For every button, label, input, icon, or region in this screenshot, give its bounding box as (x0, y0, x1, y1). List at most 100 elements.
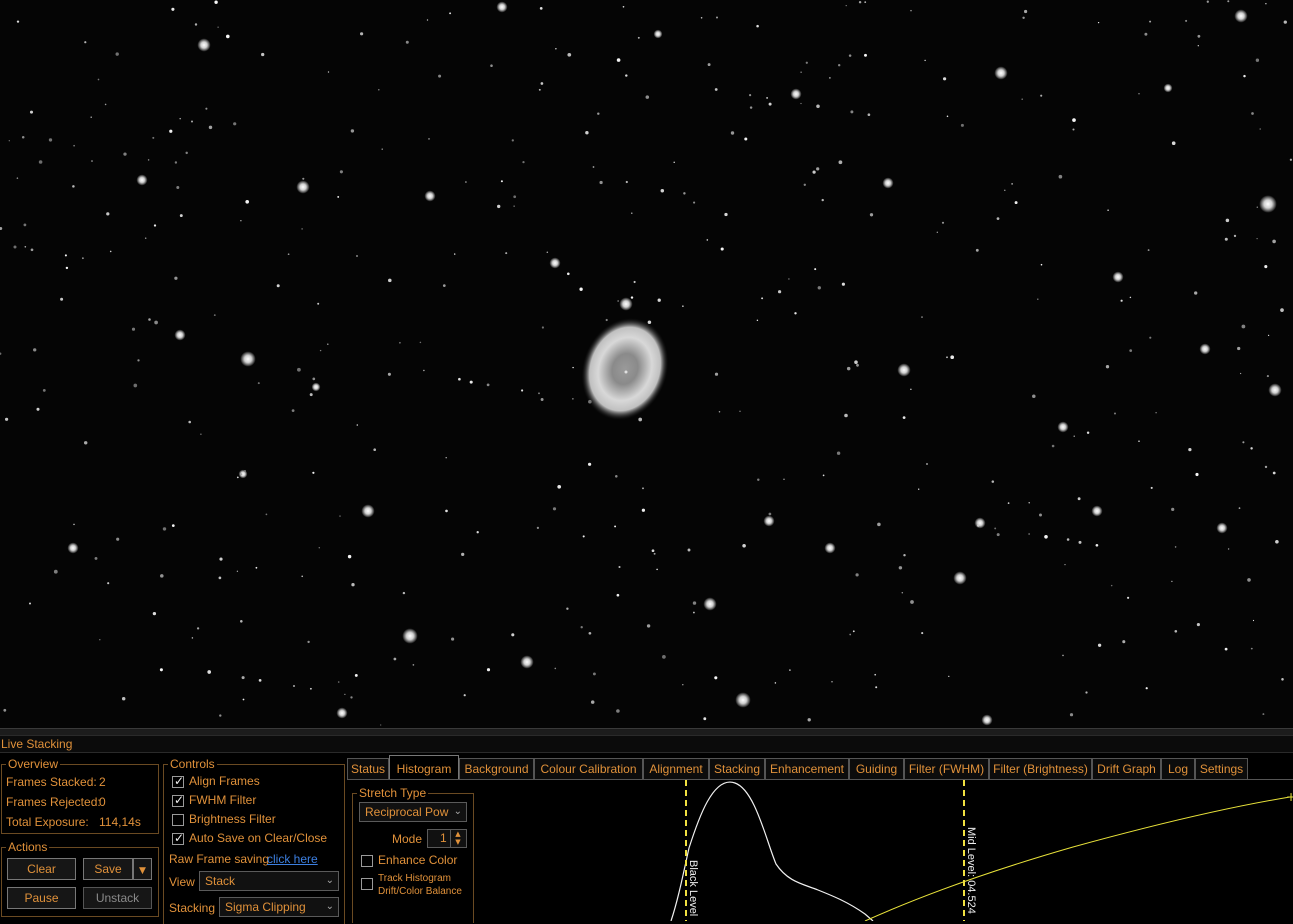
star (1163, 83, 1173, 93)
star (53, 569, 58, 574)
star (707, 63, 711, 67)
tab-log[interactable]: Log (1161, 758, 1195, 779)
star (176, 186, 180, 189)
star (171, 524, 175, 527)
star (1256, 237, 1258, 240)
star (1069, 713, 1074, 717)
tab-colour-calibration[interactable]: Colour Calibration (534, 758, 643, 779)
star (327, 71, 330, 73)
star (1188, 447, 1192, 452)
track-histogram-label-line2[interactable]: Drift/Color Balance (378, 886, 462, 897)
overview-group: Overview Frames Stacked: 2 Frames Reject… (1, 757, 159, 834)
star (1077, 497, 1081, 501)
star (539, 7, 543, 10)
star (1264, 465, 1268, 469)
auto-save-label[interactable]: Auto Save on Clear/Close (189, 831, 327, 845)
tab-alignment[interactable]: Alignment (643, 758, 709, 779)
star (1095, 543, 1099, 547)
star (1255, 58, 1260, 62)
star (1149, 336, 1152, 339)
star (942, 77, 947, 81)
star (464, 181, 467, 183)
star (522, 160, 525, 164)
star (1085, 691, 1088, 694)
align-frames-label[interactable]: Align Frames (189, 774, 260, 788)
tab-histogram[interactable]: Histogram (389, 755, 459, 780)
star (1073, 435, 1075, 437)
clear-button[interactable]: Clear (7, 858, 76, 880)
star (287, 253, 290, 256)
total-exposure-value: 114,14s (99, 815, 141, 829)
star (513, 205, 515, 207)
ring-nebula (581, 318, 669, 420)
tab-stacking[interactable]: Stacking (709, 758, 765, 779)
live-stack-image[interactable] (0, 0, 1293, 728)
star (476, 531, 479, 534)
brightness-filter-checkbox[interactable] (172, 814, 184, 826)
pause-button[interactable]: Pause (7, 887, 76, 909)
star (1256, 206, 1259, 209)
star (83, 441, 88, 445)
star (486, 668, 491, 672)
mode-stepper[interactable]: 1 ▲ ▼ (427, 829, 467, 848)
stretch-type-legend: Stretch Type (357, 786, 429, 800)
raw-frame-saving-link[interactable]: click here (267, 852, 318, 866)
tab-enhancement[interactable]: Enhancement (765, 758, 849, 779)
fwhm-filter-checkbox[interactable]: ✓ (172, 793, 184, 807)
star (402, 591, 406, 595)
tab-filter-brightness[interactable]: Filter (Brightness) (989, 758, 1092, 779)
stacking-select[interactable]: Sigma Clipping ⌄ (219, 897, 339, 917)
star (822, 474, 825, 477)
track-histogram-label-line1[interactable]: Track Histogram (378, 873, 451, 884)
star (179, 214, 183, 218)
track-histogram-checkbox[interactable] (361, 878, 373, 890)
tab-filter-fwhm[interactable]: Filter (FWHM) (904, 758, 989, 779)
star (838, 63, 841, 67)
star (821, 198, 824, 202)
spin-arrows-icon[interactable]: ▲ ▼ (450, 830, 465, 847)
star (638, 417, 643, 422)
star (24, 246, 27, 248)
star (337, 681, 340, 683)
save-button[interactable]: Save (83, 858, 133, 880)
star (458, 377, 461, 381)
star (854, 360, 858, 364)
star (355, 254, 359, 258)
star (618, 565, 621, 569)
brightness-filter-label[interactable]: Brightness Filter (189, 812, 276, 826)
tab-status[interactable]: Status (347, 758, 389, 779)
star (567, 52, 572, 57)
tab-guiding[interactable]: Guiding (849, 758, 904, 779)
star (631, 212, 633, 214)
star (590, 700, 595, 704)
star (347, 554, 352, 559)
star (1107, 209, 1109, 211)
star (244, 470, 246, 472)
tab-drift-graph[interactable]: Drift Graph (1092, 758, 1161, 779)
star (109, 250, 112, 253)
star (1028, 502, 1030, 504)
star (1171, 141, 1176, 146)
enhance-color-label[interactable]: Enhance Color (378, 853, 457, 867)
enhance-color-checkbox[interactable] (361, 855, 373, 867)
auto-save-checkbox[interactable]: ✓ (172, 831, 184, 845)
align-frames-checkbox[interactable]: ✓ (172, 774, 184, 788)
star (1097, 21, 1100, 24)
stretch-type-select[interactable]: Reciprocal Pow ⌄ (359, 802, 467, 822)
star (789, 669, 791, 671)
frames-stacked-value: 2 (99, 775, 106, 789)
panel-splitter[interactable] (0, 728, 1293, 736)
star (994, 527, 997, 530)
save-dropdown-button[interactable]: ▼ (133, 858, 152, 880)
star (1066, 538, 1070, 541)
star (592, 166, 595, 168)
fwhm-filter-label[interactable]: FWHM Filter (189, 793, 256, 807)
view-select[interactable]: Stack ⌄ (199, 871, 339, 891)
unstack-button[interactable]: Unstack (83, 887, 152, 909)
tab-background[interactable]: Background (459, 758, 534, 779)
tab-settings[interactable]: Settings (1195, 758, 1248, 779)
star (1185, 19, 1188, 22)
histogram-plot[interactable]: + Black Level Mid Level: 04.524 (473, 780, 1293, 921)
star (241, 676, 245, 680)
star (67, 542, 79, 554)
